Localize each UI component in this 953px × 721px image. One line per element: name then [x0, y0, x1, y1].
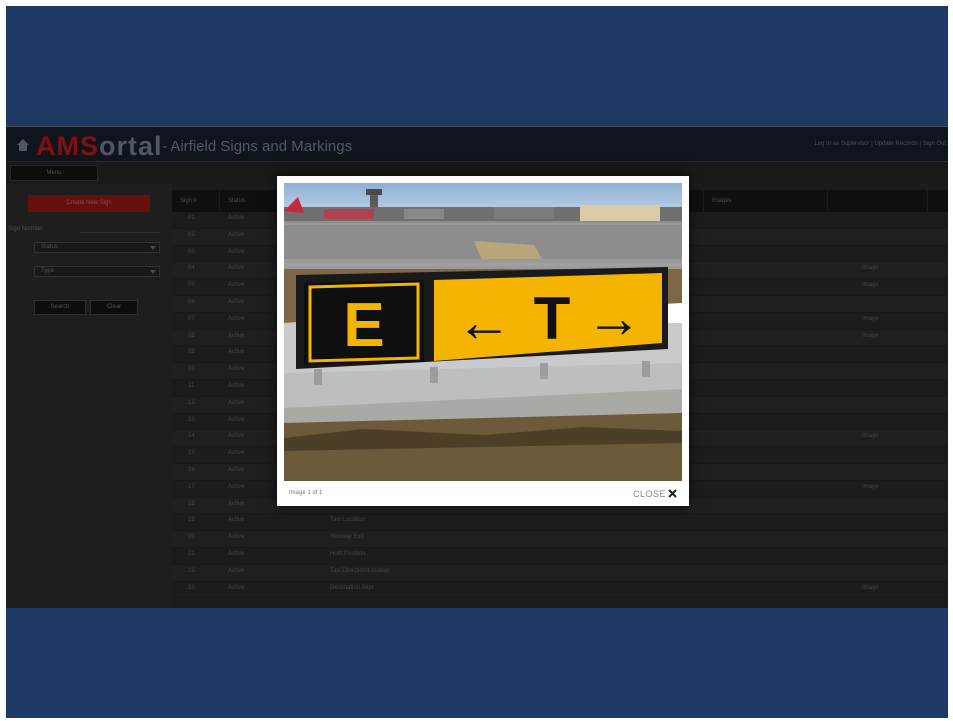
close-label: CLOSE	[632, 488, 666, 499]
image-lightbox: E ← T → Image 1 of 1 CLOSE	[277, 176, 689, 506]
airfield-sign-photo: E ← T →	[284, 183, 682, 481]
sign-location-letter: E	[343, 291, 384, 360]
sign-right-arrow: →	[586, 286, 642, 349]
close-icon	[668, 489, 677, 498]
slide-frame: AMSortal - Airfield Signs and Markings L…	[6, 6, 948, 718]
image-counter: Image 1 of 1	[289, 490, 323, 496]
sign-direction-letter: T	[534, 285, 571, 352]
sign-left-arrow: ←	[456, 290, 512, 353]
close-button[interactable]: CLOSE	[633, 485, 677, 499]
